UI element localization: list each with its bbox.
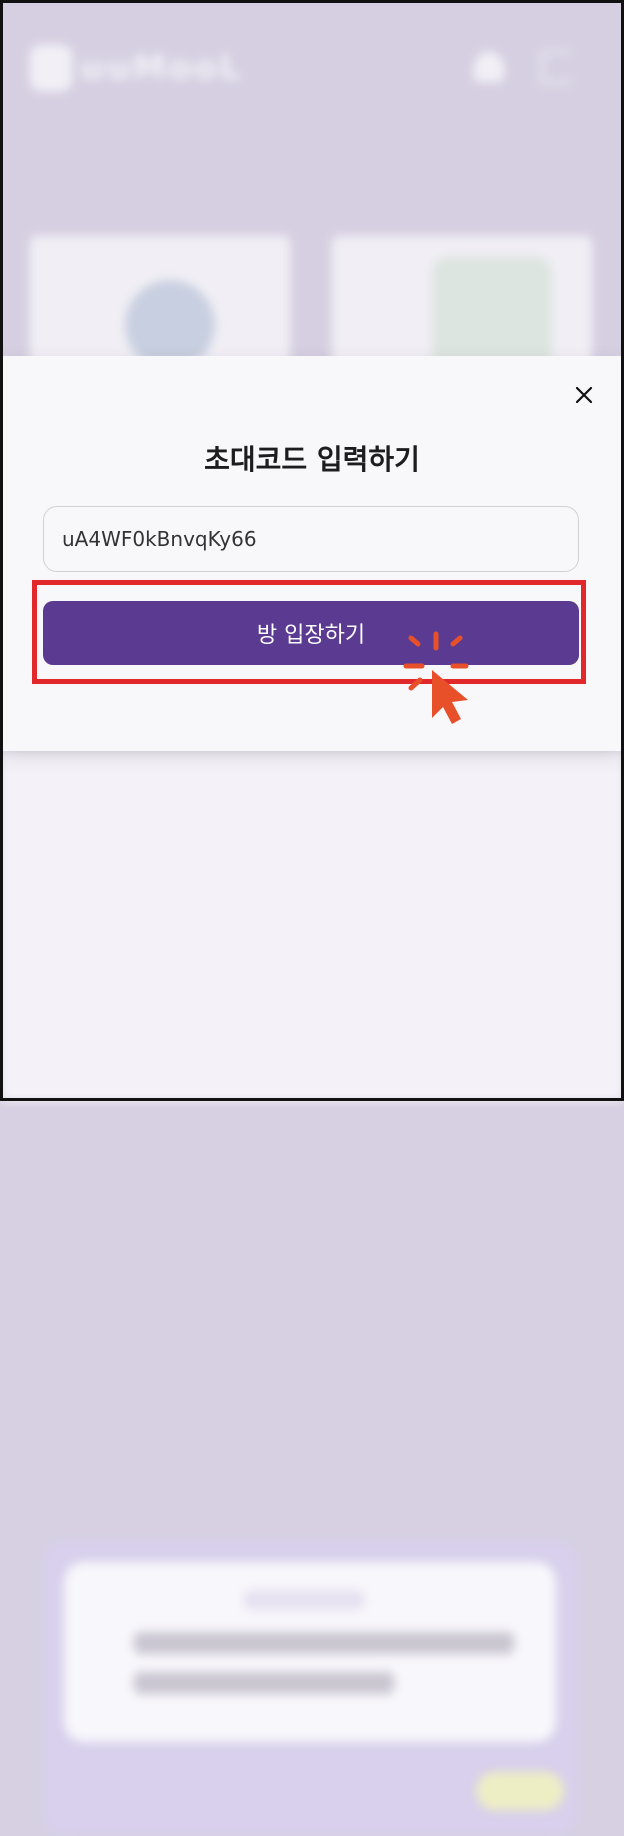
invite-code-input[interactable]	[43, 506, 579, 572]
logo-text: uuMooL	[80, 48, 243, 88]
enter-room-button[interactable]: 방 입장하기	[43, 601, 579, 665]
invite-code-modal: 초대코드 입력하기 방 입장하기	[3, 356, 621, 751]
background-note	[64, 1562, 556, 1742]
logo-icon	[30, 45, 72, 91]
close-button[interactable]	[569, 380, 599, 410]
background-panel	[42, 1540, 578, 1836]
click-cursor-icon	[398, 630, 478, 734]
app-logo: uuMooL	[30, 45, 243, 91]
background-button	[476, 1772, 564, 1810]
background-content-area	[0, 750, 624, 1836]
modal-title: 초대코드 입력하기	[204, 443, 420, 476]
background-header-area: uuMooL	[0, 0, 624, 396]
logout-icon	[540, 50, 572, 84]
close-icon	[575, 386, 593, 404]
notification-icon	[474, 52, 504, 82]
